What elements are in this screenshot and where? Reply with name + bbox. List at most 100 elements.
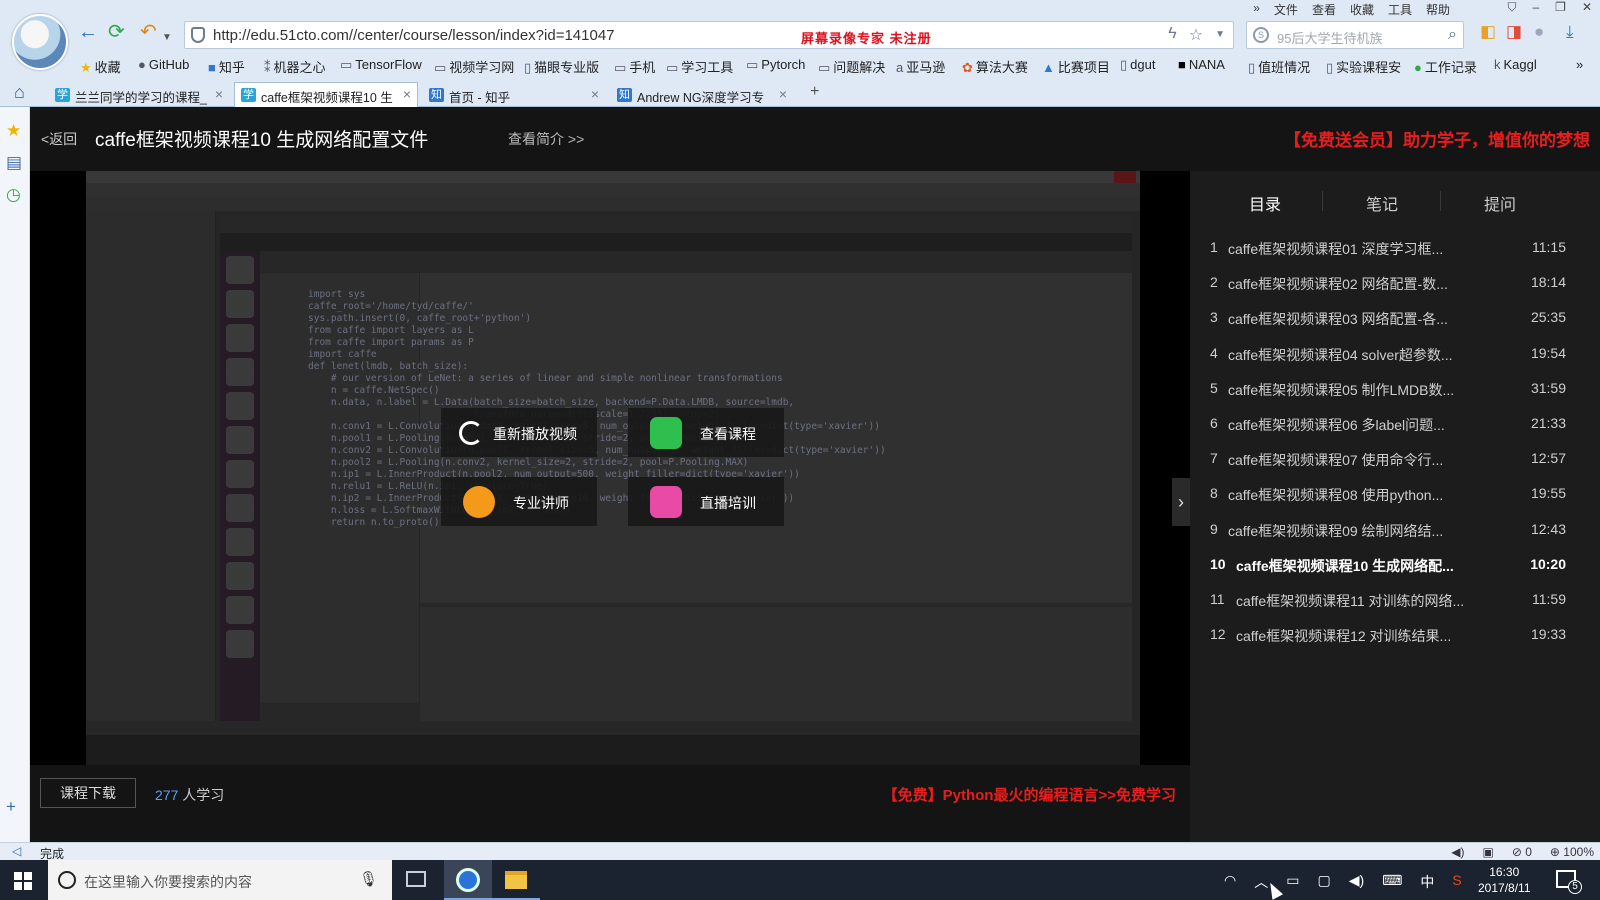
zoom-level[interactable]: ⊕ 100% xyxy=(1550,845,1594,859)
video-frame[interactable]: import sys caffe_root='/home/tyd/caffe/' s… xyxy=(86,171,1140,765)
system-clock[interactable]: 16:30 2017/8/11 xyxy=(1478,864,1531,896)
chat-icon[interactable]: ● xyxy=(1534,22,1544,42)
restore-icon[interactable]: ❐ xyxy=(1555,0,1566,15)
bookmark-item[interactable]: ▯ 值班情况 xyxy=(1248,57,1310,76)
bookmark-item[interactable]: ★ 收藏 xyxy=(80,57,121,76)
bookmark-item[interactable]: ▭ TensorFlow xyxy=(340,57,422,73)
menu-help[interactable]: 帮助 xyxy=(1426,1,1450,18)
bookmark-item[interactable]: ▯ 实验课程安 xyxy=(1326,57,1401,76)
battery-icon[interactable]: ▭ xyxy=(1286,872,1299,892)
lesson-item[interactable]: 11 caffe框架视频课程11 对训练的网络... 11:59 xyxy=(1190,583,1600,618)
screenshot-icon[interactable]: ▣ xyxy=(1482,845,1493,859)
bookmark-item[interactable]: k Kaggl xyxy=(1494,57,1537,72)
sogou-icon[interactable]: S xyxy=(1452,872,1461,892)
volume-icon[interactable]: ◀) xyxy=(1451,845,1464,859)
star-icon[interactable]: ☆ xyxy=(1189,25,1203,45)
minimize-icon[interactable]: – xyxy=(1532,0,1539,15)
lesson-item[interactable]: 6 caffe框架视频课程06 多label问题... 21:33 xyxy=(1190,407,1600,442)
bookmark-item[interactable]: ▭ 问题解决 xyxy=(818,57,885,76)
tab-andrew-ng[interactable]: 知 Andrew NG深度学习专 × xyxy=(610,82,794,107)
bookmark-item[interactable]: ▯ 猫眼专业版 xyxy=(524,57,599,76)
close-icon[interactable]: × xyxy=(779,86,787,102)
lesson-item[interactable]: 8 caffe框架视频课程08 使用python... 19:55 xyxy=(1190,477,1600,512)
ime-indicator[interactable]: 中 xyxy=(1420,872,1434,892)
chevron-down-icon[interactable]: ▼ xyxy=(1215,25,1225,45)
view-course-button[interactable]: 查看课程 xyxy=(628,408,784,457)
undo-icon[interactable]: ↶ xyxy=(140,22,157,42)
bookmark-item[interactable]: a 亚马逊 xyxy=(896,57,945,76)
search-box[interactable]: S 95后大学生待机族 ⌕ xyxy=(1246,21,1464,49)
lesson-item[interactable]: 9 caffe框架视频课程09 绘制网络结... 12:43 xyxy=(1190,513,1600,548)
bookmark-item[interactable]: ■ 知乎 xyxy=(208,57,245,76)
address-bar[interactable]: http://edu.51cto.com//center/course/less… xyxy=(184,21,1234,49)
close-icon[interactable]: × xyxy=(591,86,599,102)
replay-video-button[interactable]: 重新播放视频 xyxy=(441,408,597,457)
cortana-icon[interactable] xyxy=(58,871,76,889)
tab-course-list[interactable]: 学 兰兰同学的学习的课程_ × xyxy=(48,82,230,107)
speaker-icon[interactable]: ◀) xyxy=(1349,872,1364,892)
url-text[interactable]: http://edu.51cto.com//center/course/less… xyxy=(213,27,615,44)
bookmark-item[interactable]: ✿ 算法大赛 xyxy=(962,57,1028,76)
taskbar-search[interactable]: 在这里输入你要搜索的内容 🎙 xyxy=(48,860,392,900)
block-counter[interactable]: ⊘ 0 xyxy=(1512,845,1532,859)
search-icon[interactable]: ⌕ xyxy=(1448,26,1457,44)
bookmark-item[interactable]: ▯ dgut xyxy=(1120,57,1155,73)
close-icon[interactable]: × xyxy=(403,86,411,102)
live-training-button[interactable]: 直播培训 xyxy=(628,477,784,526)
menu-tools[interactable]: 工具 xyxy=(1388,1,1412,18)
download-icon[interactable]: ⤓ xyxy=(1566,22,1574,42)
bookmarks-overflow-icon[interactable]: » xyxy=(1576,57,1583,72)
back-link[interactable]: <返回 xyxy=(41,129,77,149)
pro-lecturer-button[interactable]: 专业讲师 xyxy=(441,477,597,526)
bookmark-item[interactable]: ▭ 手机 xyxy=(614,57,655,76)
menu-more[interactable]: » xyxy=(1253,1,1260,18)
bookmark-item[interactable]: ▭ Pytorch xyxy=(746,57,805,73)
tab-catalog[interactable]: 目录 xyxy=(1249,191,1281,215)
lightning-icon[interactable]: ϟ xyxy=(1168,25,1176,45)
network-icon[interactable]: ▢ xyxy=(1317,872,1330,892)
wifi-icon[interactable]: ◠ xyxy=(1224,872,1236,892)
lesson-item[interactable]: 1 caffe框架视频课程01 深度学习框... 11:15 xyxy=(1190,231,1600,266)
python-ad-link[interactable]: 【免费】Python最火的编程语言>>免费学习 xyxy=(883,784,1176,805)
home-icon[interactable]: ⌂ xyxy=(14,82,25,103)
lesson-item[interactable]: 5 caffe框架视频课程05 制作LMDB数... 31:59 xyxy=(1190,372,1600,407)
menu-file[interactable]: 文件 xyxy=(1274,1,1298,18)
taskbar-search-input[interactable]: 在这里输入你要搜索的内容 xyxy=(84,872,252,892)
bookmark-item[interactable]: ● GitHub xyxy=(138,57,189,72)
lesson-item[interactable]: 4 caffe框架视频课程04 solver超参数... 19:54 xyxy=(1190,337,1600,372)
add-icon[interactable]: + xyxy=(6,797,16,817)
refresh-icon[interactable]: ⟳ xyxy=(108,22,125,42)
bookmark-item[interactable]: ▲ 比赛项目 xyxy=(1042,57,1110,76)
bookmark-item[interactable]: ● 工作记录 xyxy=(1414,57,1477,76)
history-clock-icon[interactable]: ◷ xyxy=(6,185,21,205)
collapse-catalog-button[interactable]: › xyxy=(1172,478,1190,526)
notification-center-icon[interactable]: 5 xyxy=(1556,870,1582,894)
skin-icon[interactable]: ⛉ xyxy=(1507,0,1516,15)
extension-icon[interactable]: ◧ xyxy=(1480,22,1496,42)
taskbar-explorer-app[interactable] xyxy=(492,860,540,900)
undo-dropdown-icon[interactable]: ▼ xyxy=(162,28,172,48)
tab-zhihu-home[interactable]: 知 首页 - 知乎 × xyxy=(422,82,606,107)
user-avatar[interactable] xyxy=(12,14,68,70)
lesson-item[interactable]: 12 caffe框架视频课程12 对训练结果... 19:33 xyxy=(1190,618,1600,653)
task-view-icon[interactable] xyxy=(406,871,426,887)
close-icon[interactable]: ✕ xyxy=(1582,0,1592,15)
bookmark-item[interactable]: ▭ 视频学习网 xyxy=(434,57,514,76)
microphone-icon[interactable]: 🎙 xyxy=(359,870,378,888)
new-tab-button[interactable]: + xyxy=(810,83,819,101)
tab-current-lesson[interactable]: 学 caffe框架视频课程10 生 × xyxy=(234,82,418,107)
favorites-star-icon[interactable]: ★ xyxy=(6,121,21,141)
keyboard-icon[interactable]: ⌨ xyxy=(1382,872,1402,892)
sidebar-toggle-icon[interactable]: ◁ xyxy=(12,844,21,858)
windows-start-icon[interactable] xyxy=(14,872,32,890)
view-intro-link[interactable]: 查看简介 >> xyxy=(508,129,584,149)
tab-questions[interactable]: 提问 xyxy=(1484,191,1516,215)
back-arrow-icon[interactable]: ← xyxy=(78,22,98,42)
taskbar-browser-app[interactable] xyxy=(444,860,492,900)
lesson-item[interactable]: 3 caffe框架视频课程03 网络配置-各... 25:35 xyxy=(1190,301,1600,336)
close-icon[interactable]: × xyxy=(215,86,223,102)
menu-view[interactable]: 查看 xyxy=(1312,1,1336,18)
news-icon[interactable]: ◨ xyxy=(1506,22,1522,42)
lesson-item-current[interactable]: 10 caffe框架视频课程10 生成网络配... 10:20 xyxy=(1190,548,1600,583)
bookmark-item[interactable]: ■ NANA xyxy=(1178,57,1225,72)
